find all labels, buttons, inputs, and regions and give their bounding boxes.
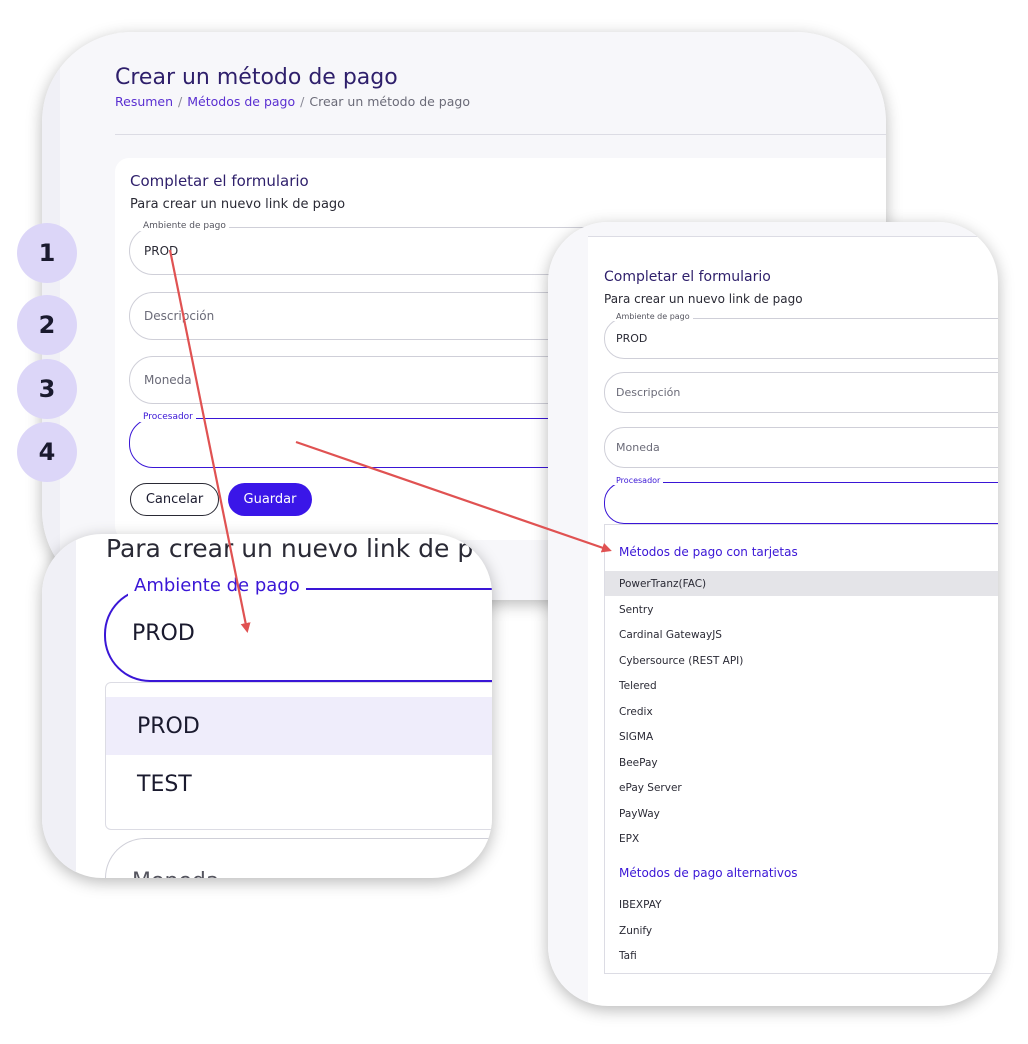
- ambiente-field[interactable]: Ambiente de pago PROD: [604, 312, 998, 359]
- processor-option[interactable]: EPX: [605, 826, 998, 851]
- page-title: Crear un método de pago: [115, 65, 398, 90]
- moneda-placeholder: Moneda: [144, 373, 192, 387]
- header-divider: [115, 134, 886, 135]
- moneda-field[interactable]: Moneda: [604, 427, 998, 468]
- processor-dropdown-menu: Métodos de pago con tarjetas PowerTranz(…: [604, 524, 998, 974]
- form-heading: Completar el formulario: [130, 172, 309, 190]
- ambiente-dropdown-menu: PROD TEST: [105, 682, 492, 830]
- moneda-placeholder: Moneda: [616, 441, 660, 454]
- form-subheading: Para crear un nuevo link de pago: [130, 197, 346, 212]
- zoom-moneda-field[interactable]: Moneda: [105, 838, 492, 878]
- processor-option[interactable]: Credix: [605, 699, 998, 724]
- step-badge-4: 4: [17, 422, 77, 482]
- processor-option[interactable]: BeePay: [605, 750, 998, 775]
- procesador-field[interactable]: Procesador: [604, 476, 998, 524]
- descripcion-placeholder: Descripción: [144, 309, 215, 323]
- form-heading: Completar el formulario: [604, 269, 771, 285]
- processor-card: Completar el formulario Para crear un nu…: [548, 222, 998, 1006]
- header-area: [548, 222, 998, 236]
- group-title-alternative: Métodos de pago alternativos: [619, 866, 798, 880]
- processor-option[interactable]: PayWay: [605, 801, 998, 826]
- processor-option[interactable]: Cardinal GatewayJS: [605, 622, 998, 647]
- group-title-cards: Métodos de pago con tarjetas: [619, 545, 798, 559]
- breadcrumb-separator: /: [300, 94, 305, 109]
- breadcrumb: Resumen / Métodos de pago / Crear un método …: [115, 94, 470, 109]
- processor-option[interactable]: IBEXPAY: [605, 892, 998, 917]
- step-badge-3: 3: [17, 359, 77, 419]
- ambiente-value: PROD: [144, 244, 179, 258]
- processor-option[interactable]: Telered: [605, 673, 998, 698]
- zoom-moneda-placeholder: Moneda: [132, 869, 219, 878]
- form-subheading: Para crear un nuevo link de pago: [604, 292, 803, 306]
- processor-option[interactable]: ePay Server: [605, 775, 998, 800]
- step-badge-1: 1: [17, 223, 77, 283]
- ambiente-option-prod[interactable]: PROD: [106, 697, 492, 755]
- processor-option[interactable]: PowerTranz(FAC): [605, 571, 998, 596]
- zoom-subheading: Para crear un nuevo link de p: [106, 534, 474, 563]
- sidebar-strip: [42, 534, 76, 878]
- processor-option[interactable]: SIGMA: [605, 724, 998, 749]
- ambiente-option-test[interactable]: TEST: [106, 755, 492, 813]
- processor-option[interactable]: Sentry: [605, 597, 998, 622]
- ambiente-label: Ambiente de pago: [613, 312, 693, 321]
- breadcrumb-item-current: Crear un método de pago: [309, 94, 470, 109]
- ambiente-value: PROD: [616, 332, 648, 345]
- zoom-card: Para crear un nuevo link de p Ambiente d…: [42, 534, 492, 878]
- processor-option[interactable]: Zunify: [605, 918, 998, 943]
- procesador-label: Procesador: [140, 412, 196, 422]
- zoom-ambiente-value: PROD: [132, 621, 195, 646]
- ambiente-label: Ambiente de pago: [140, 221, 229, 231]
- processor-option[interactable]: Cybersource (REST API): [605, 648, 998, 673]
- zoom-ambiente-label: Ambiente de pago: [128, 575, 306, 596]
- cancel-button[interactable]: Cancelar: [130, 483, 219, 516]
- breadcrumb-item-resumen[interactable]: Resumen: [115, 94, 173, 109]
- save-button[interactable]: Guardar: [228, 483, 312, 516]
- processor-option[interactable]: Tafi: [605, 943, 998, 968]
- step-badge-2: 2: [17, 295, 77, 355]
- breadcrumb-item-metodos[interactable]: Métodos de pago: [187, 94, 295, 109]
- procesador-label: Procesador: [613, 476, 664, 485]
- descripcion-placeholder: Descripción: [616, 386, 681, 399]
- header-divider: [588, 236, 998, 237]
- sidebar-strip: [548, 236, 588, 1006]
- zoom-ambiente-field[interactable]: Ambiente de pago PROD: [104, 575, 492, 682]
- descripcion-field[interactable]: Descripción: [604, 372, 998, 413]
- breadcrumb-separator: /: [178, 94, 183, 109]
